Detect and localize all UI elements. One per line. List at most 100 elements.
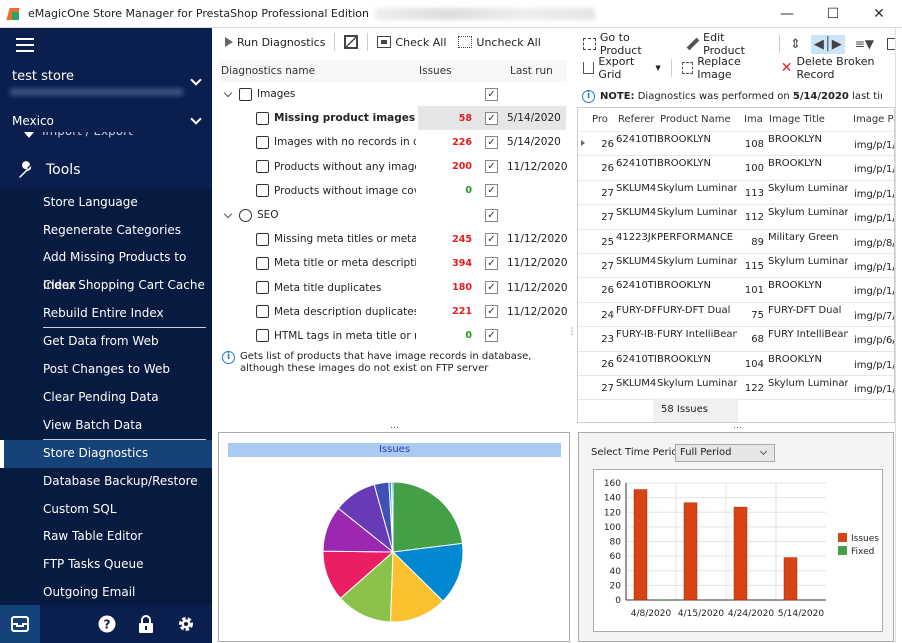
diagnostic-checkbox[interactable]: ✓ bbox=[485, 281, 498, 295]
header-issues[interactable]: Issues bbox=[419, 65, 507, 77]
result-row[interactable]: 2662410TBBROOKLYN108BROOKLYNimg/p/1/0/8 bbox=[578, 132, 894, 157]
maximize-button[interactable]: ☐ bbox=[810, 0, 856, 28]
sidebar-item-store-diagnostics[interactable]: Store Diagnostics bbox=[0, 440, 212, 468]
diagnostic-row[interactable]: Meta description duplicates 221 ✓ 11/12/202… bbox=[219, 300, 568, 324]
sidebar-item-raw-table-editor[interactable]: Raw Table Editor bbox=[0, 523, 212, 551]
diagnostic-row[interactable]: Missing product images 58 ✓ 5/14/2020 bbox=[256, 106, 566, 131]
expand-chevron-icon[interactable] bbox=[223, 209, 233, 218]
result-row[interactable]: 27SKLUM4Skylum Luminar 4113Skylum Lumina… bbox=[578, 181, 894, 206]
help-icon[interactable]: ? bbox=[80, 605, 133, 643]
sidebar-item-store-language[interactable]: Store Language bbox=[0, 189, 212, 217]
auto-width-button[interactable]: ◀│▶ bbox=[810, 34, 845, 54]
image-edit-icon bbox=[344, 35, 359, 49]
header-diagnostics-name[interactable]: Diagnostics name bbox=[219, 65, 419, 77]
delete-broken-record-button[interactable]: ✕ Delete Broken Record bbox=[778, 53, 902, 83]
lock-icon[interactable] bbox=[133, 605, 159, 643]
col-image-id[interactable]: Ima bbox=[744, 114, 763, 125]
cell-product-id: 26 bbox=[601, 163, 614, 175]
result-row[interactable]: 2662410TBBROOKLYN101BROOKLYNimg/p/1/0/1 bbox=[578, 278, 894, 303]
diagnostic-row[interactable]: Missing meta titles or meta descri 245 ✓ 11… bbox=[219, 227, 568, 251]
tree-group-images[interactable]: Images ✓ bbox=[219, 82, 567, 106]
run-diagnostics-button[interactable]: Run Diagnostics bbox=[222, 34, 328, 51]
diagnostic-row[interactable]: Meta title or meta descriptions is 394 ✓ 11… bbox=[219, 251, 568, 275]
fit-columns-button[interactable]: ⇕ bbox=[787, 35, 804, 54]
close-button[interactable]: ✕ bbox=[856, 0, 902, 28]
diagnostic-row[interactable]: HTML tags in meta title or meta d 0 ✓ bbox=[219, 324, 567, 348]
col-image-path[interactable]: Image Path bbox=[853, 114, 894, 125]
sidebar-item-custom-sql[interactable]: Custom SQL bbox=[0, 496, 212, 524]
result-row[interactable]: 27SKLUM4Skylum Luminar 4122Skylum Lumina… bbox=[578, 376, 894, 401]
result-row[interactable]: 2662410TBBROOKLYN100BROOKLYNimg/p/1/0/0 bbox=[578, 156, 894, 181]
cell-referer: FURY-IB- bbox=[616, 329, 656, 341]
diagnostic-checkbox[interactable]: ✓ bbox=[485, 135, 498, 149]
diagnostic-checkbox[interactable]: ✓ bbox=[485, 305, 498, 319]
result-row[interactable]: 27SKLUM4Skylum Luminar 4112Skylum Lumina… bbox=[578, 205, 895, 230]
result-row[interactable]: 25 41223JK PERFORMANCE 89 Military Green img/… bbox=[578, 230, 894, 254]
cell-product-name: PERFORMANCE bbox=[657, 231, 734, 243]
sidebar-item-regenerate-categories[interactable]: Regenerate Categories bbox=[0, 217, 212, 245]
tree-group-seo[interactable]: SEO ✓ bbox=[219, 203, 567, 227]
diagnostic-name: Images with no records in databa bbox=[256, 135, 416, 149]
col-image-title[interactable]: Image Title bbox=[769, 114, 825, 125]
result-row[interactable]: 2662410TBBROOKLYN104BROOKLYNimg/p/1/0/4 bbox=[578, 352, 894, 376]
diagnostic-checkbox[interactable]: ✓ bbox=[485, 184, 498, 198]
sidebar-section-import-export[interactable]: Import / Export bbox=[16, 132, 196, 142]
expand-chevron-icon[interactable] bbox=[223, 88, 233, 97]
inbox-icon[interactable] bbox=[0, 605, 41, 643]
sidebar-item-get-data[interactable]: Get Data from Web bbox=[0, 328, 212, 356]
group-checkbox[interactable]: ✓ bbox=[485, 208, 498, 222]
result-row[interactable]: 23FURY-IB-FURY IntelliBeam™68FURY Intell… bbox=[578, 327, 894, 352]
export-grid-button[interactable]: Export Grid ▼ bbox=[580, 53, 664, 83]
diagnostic-checkbox[interactable]: ✓ bbox=[485, 256, 498, 270]
result-row[interactable]: 24 FURY-DF FURY-DFT Dual 75 FURY-DFT Dual img… bbox=[578, 303, 894, 328]
info-icon: i bbox=[582, 90, 595, 103]
legend-swatch bbox=[838, 533, 847, 542]
issues-pie-panel: Issues bbox=[218, 432, 570, 642]
gear-icon[interactable] bbox=[159, 605, 212, 643]
language-chevron-down-icon[interactable] bbox=[190, 113, 202, 125]
image-toolbar: Export Grid ▼ Replace Image ✕ Delete Bro… bbox=[580, 55, 902, 81]
legend-label: Issues bbox=[851, 534, 879, 544]
legend-swatch bbox=[838, 546, 847, 555]
filter-button[interactable]: ≡▼ bbox=[852, 35, 877, 53]
group-checkbox[interactable]: ✓ bbox=[485, 87, 498, 101]
replace-image-button[interactable]: Replace Image bbox=[679, 53, 771, 83]
store-chevron-down-icon[interactable] bbox=[190, 74, 202, 86]
diagnostic-checkbox[interactable]: ✓ bbox=[485, 111, 498, 125]
sidebar-section-tools[interactable]: Tools bbox=[16, 160, 81, 180]
store-selector[interactable]: test store bbox=[12, 69, 74, 84]
sidebar-item-clear-cart-cache[interactable]: Clear Shopping Cart Cache bbox=[0, 272, 212, 300]
cell-image-path: img/p/1/1/2 bbox=[854, 213, 895, 225]
sidebar-item-post-changes[interactable]: Post Changes to Web bbox=[0, 356, 212, 384]
cell-product-id: 24 bbox=[601, 309, 614, 321]
col-product-id[interactable]: Pro bbox=[592, 114, 608, 125]
check-all-button[interactable]: Check All bbox=[374, 34, 449, 51]
minimize-button[interactable]: — bbox=[764, 0, 810, 28]
sidebar-item-database-backup[interactable]: Database Backup/Restore bbox=[0, 468, 212, 496]
col-referer[interactable]: Referer bbox=[618, 114, 654, 125]
time-period-select[interactable]: Full Period bbox=[675, 444, 775, 462]
edit-image-button[interactable] bbox=[341, 33, 361, 51]
sidebar-item-rebuild-index[interactable]: Rebuild Entire Index bbox=[0, 300, 212, 328]
sidebar-item-clear-pending[interactable]: Clear Pending Data bbox=[0, 384, 212, 412]
diagnostic-row[interactable]: Products without any image 200 ✓ 11/12/2020 bbox=[219, 155, 568, 179]
diagnostic-row[interactable]: Images with no records in databa 226 ✓ 5/14… bbox=[219, 130, 567, 154]
diagnostic-checkbox[interactable]: ✓ bbox=[485, 232, 498, 246]
uncheck-all-icon bbox=[458, 36, 473, 48]
sidebar-item-add-missing-products[interactable]: Add Missing Products to Index bbox=[0, 244, 212, 292]
diagnostic-row[interactable]: Meta title duplicates 180 ✓ 11/12/2020 bbox=[219, 276, 568, 300]
col-product-name[interactable]: Product Name bbox=[660, 114, 731, 125]
uncheck-all-button[interactable]: Uncheck All bbox=[455, 34, 543, 51]
sidebar-item-view-batch[interactable]: View Batch Data bbox=[0, 412, 212, 440]
hamburger-menu-icon[interactable] bbox=[16, 38, 34, 52]
diagnostic-row[interactable]: Products without image cover 0 ✓ bbox=[219, 179, 567, 203]
sidebar-item-ftp-tasks[interactable]: FTP Tasks Queue bbox=[0, 551, 212, 579]
language-selector[interactable]: Mexico bbox=[12, 114, 54, 128]
sidebar-item-outgoing-email[interactable]: Outgoing Email bbox=[0, 579, 212, 607]
header-last-run[interactable]: Last run bbox=[507, 65, 553, 77]
diagnostic-checkbox[interactable]: ✓ bbox=[485, 329, 498, 343]
diagnostic-checkbox[interactable]: ✓ bbox=[485, 160, 498, 174]
result-row[interactable]: 27SKLUM4Skylum Luminar 4115Skylum Lumina… bbox=[578, 254, 894, 279]
splitter-handle[interactable]: … bbox=[390, 421, 399, 431]
tools-menu: Store Language Regenerate Categories Add… bbox=[0, 189, 212, 607]
